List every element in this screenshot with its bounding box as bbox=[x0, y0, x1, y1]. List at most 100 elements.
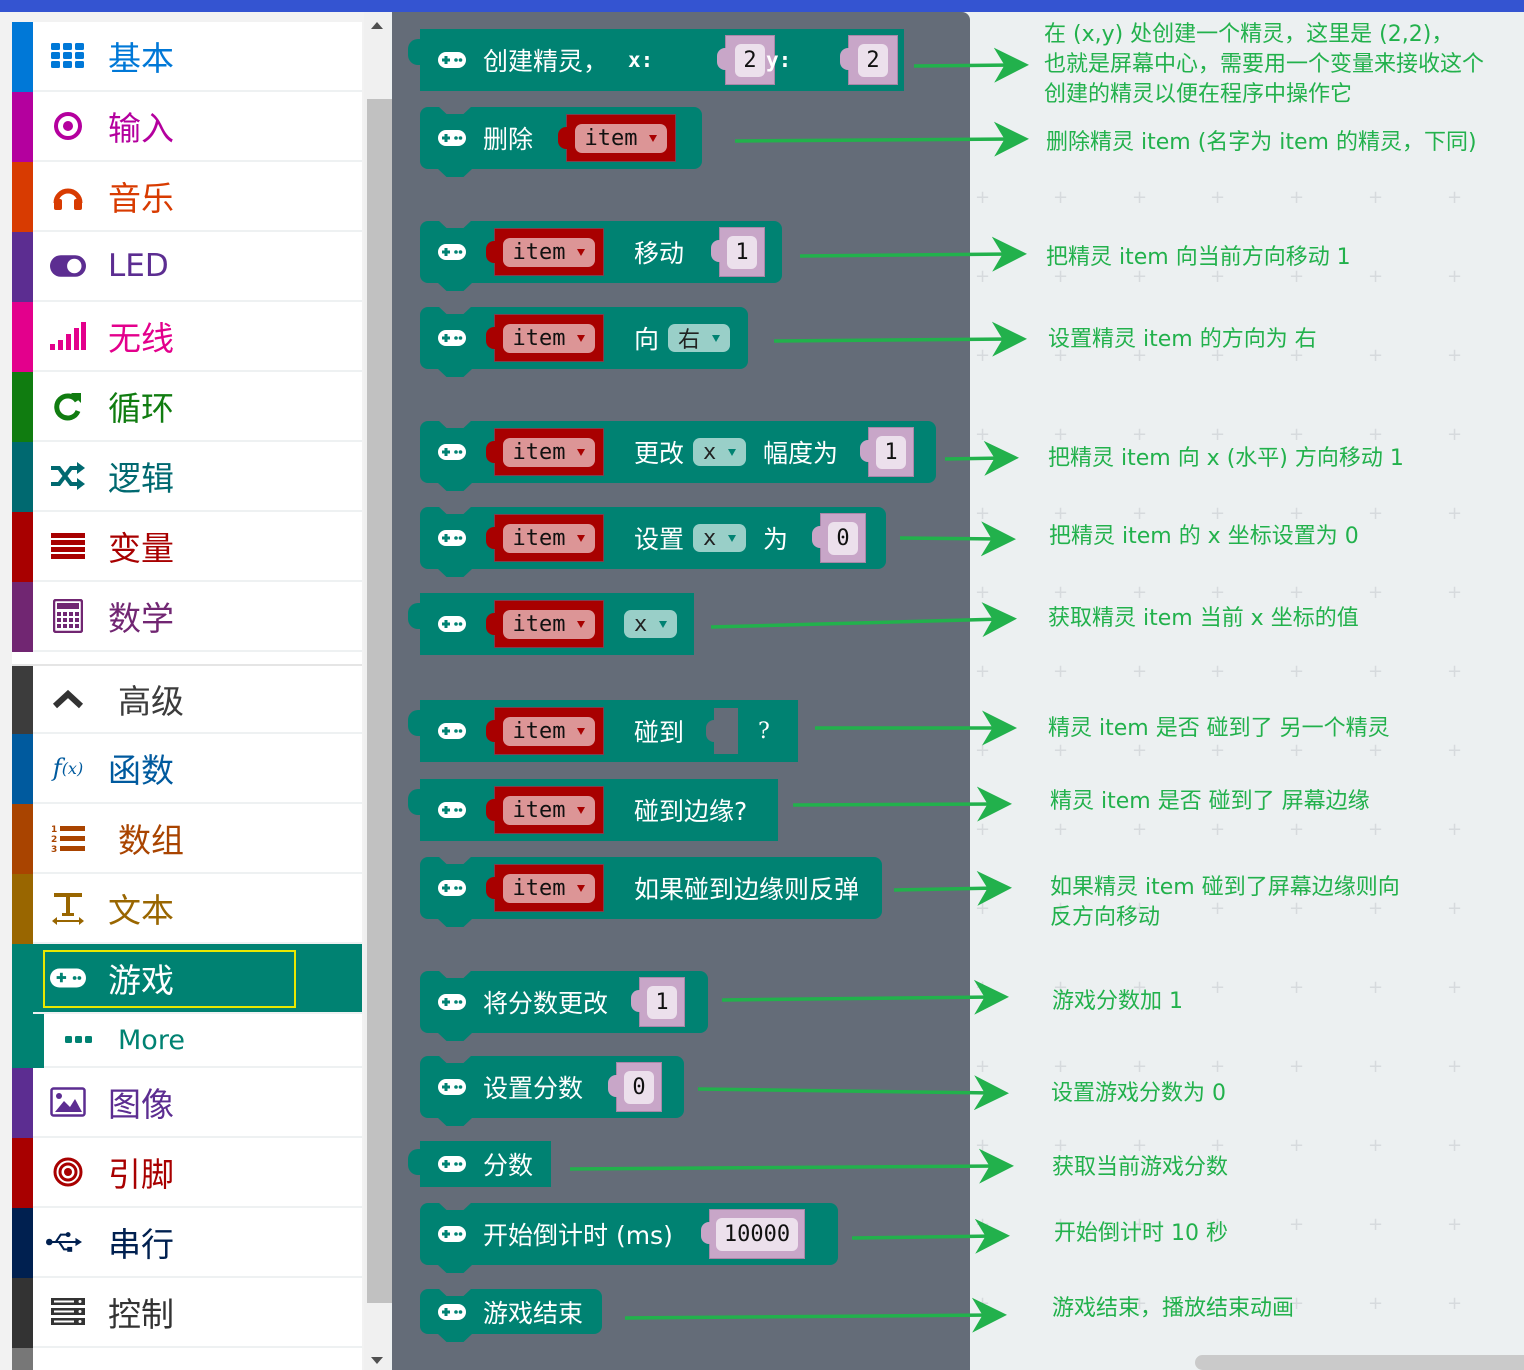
empty-sprite-slot[interactable] bbox=[706, 708, 738, 754]
category-label: LED bbox=[108, 248, 169, 284]
block-get-property[interactable]: item x bbox=[408, 593, 694, 655]
sprite-variable[interactable]: item bbox=[486, 707, 604, 755]
dropdown-arrow-icon bbox=[577, 884, 586, 892]
gamepad-icon bbox=[438, 802, 466, 818]
grid-mark: + bbox=[1210, 187, 1226, 208]
note-countdown: 开始倒计时 10 秒 bbox=[1054, 1221, 1228, 1246]
category-text[interactable]: 文本 bbox=[12, 874, 362, 944]
sprite-dropdown[interactable]: item bbox=[502, 795, 596, 825]
block-change-score[interactable]: 将分数更改 1 bbox=[420, 970, 708, 1041]
scroll-down-arrow-icon[interactable] bbox=[371, 1357, 383, 1364]
grid-mark: + bbox=[1447, 1214, 1463, 1235]
sprite-variable[interactable]: item bbox=[486, 786, 604, 834]
category-serial[interactable]: 串行 bbox=[12, 1208, 362, 1278]
gamepad-icon bbox=[438, 530, 466, 546]
block-touching-edge[interactable]: item 碰到边缘? bbox=[408, 779, 778, 841]
property-dropdown[interactable]: x bbox=[624, 610, 678, 638]
property-dropdown[interactable]: x bbox=[693, 438, 747, 466]
block-bounce[interactable]: item 如果碰到边缘则反弹 bbox=[420, 856, 882, 927]
sprite-dropdown[interactable]: item bbox=[502, 323, 596, 353]
category-advanced[interactable]: 高级 bbox=[12, 664, 362, 734]
value-input[interactable]: 0 bbox=[812, 513, 866, 563]
grid-mark: + bbox=[1210, 819, 1226, 840]
block-move[interactable]: item 移动 1 bbox=[420, 220, 782, 291]
category-color-bar bbox=[12, 302, 33, 372]
category-color-bar bbox=[12, 1208, 33, 1278]
y-input[interactable]: 2 bbox=[840, 35, 898, 85]
sprite-variable[interactable]: item bbox=[486, 314, 604, 362]
sprite-dropdown[interactable]: item bbox=[502, 437, 596, 467]
sprite-variable[interactable]: item bbox=[486, 514, 604, 562]
output-plug bbox=[408, 710, 422, 736]
toolbox-scrollbar[interactable] bbox=[364, 12, 392, 1370]
dropdown-arrow-icon bbox=[577, 448, 586, 456]
question-mark: ? bbox=[758, 718, 770, 744]
numbered-list-icon: 123 bbox=[50, 820, 86, 856]
category-input[interactable]: 输入 bbox=[12, 92, 362, 162]
category-loops[interactable]: 循环 bbox=[12, 372, 362, 442]
duration-input[interactable]: 10000 bbox=[701, 1209, 805, 1259]
category-partial[interactable] bbox=[12, 1348, 362, 1370]
block-score[interactable]: 分数 bbox=[408, 1141, 551, 1187]
scroll-up-arrow-icon[interactable] bbox=[371, 22, 383, 29]
block-start-countdown[interactable]: 开始倒计时 (ms) 10000 bbox=[420, 1202, 838, 1273]
direction-dropdown[interactable]: 右 bbox=[668, 324, 731, 353]
block-change-by[interactable]: item 更改 x 幅度为 1 bbox=[420, 420, 936, 491]
sprite-dropdown[interactable]: item bbox=[502, 716, 596, 746]
block-create-sprite[interactable]: 创建精灵， x: 2 y: 2 bbox=[408, 29, 904, 91]
workspace-horizontal-scrollbar[interactable] bbox=[1195, 1355, 1524, 1370]
category-math[interactable]: 数学 bbox=[12, 582, 362, 652]
category-music[interactable]: 音乐 bbox=[12, 162, 362, 232]
dropdown-arrow-icon bbox=[577, 534, 586, 542]
block-turn[interactable]: item 向 右 bbox=[420, 306, 748, 377]
category-control[interactable]: 控制 bbox=[12, 1278, 362, 1348]
block-delete-sprite[interactable]: 删除 item bbox=[420, 106, 702, 177]
note-bounce: 如果精灵 item 碰到了屏幕边缘则向 反方向移动 bbox=[1050, 875, 1400, 930]
amount-input[interactable]: 1 bbox=[860, 427, 914, 477]
dropdown-arrow-icon bbox=[649, 134, 658, 142]
category-label: 循环 bbox=[108, 389, 174, 428]
sprite-variable[interactable]: item bbox=[486, 228, 604, 276]
grid-mark: + bbox=[975, 661, 991, 682]
sprite-dropdown[interactable]: item bbox=[502, 609, 596, 639]
category-pins[interactable]: 引脚 bbox=[12, 1138, 362, 1208]
grid-mark: + bbox=[1368, 1214, 1384, 1235]
grid-mark: + bbox=[1368, 187, 1384, 208]
sprite-variable[interactable]: item bbox=[486, 600, 604, 648]
category-radio[interactable]: 无线 bbox=[12, 302, 362, 372]
note-score: 获取当前游戏分数 bbox=[1052, 1155, 1229, 1180]
note-game-over: 游戏结束，播放结束动画 bbox=[1052, 1296, 1295, 1321]
note-get-property: 获取精灵 item 当前 x 坐标的值 bbox=[1048, 606, 1359, 631]
category-led[interactable]: LED bbox=[12, 232, 362, 302]
grid-mark: + bbox=[1368, 977, 1384, 998]
gamepad-icon bbox=[438, 994, 466, 1010]
note-move: 把精灵 item 向当前方向移动 1 bbox=[1046, 245, 1351, 270]
property-dropdown[interactable]: x bbox=[693, 524, 747, 552]
sprite-dropdown[interactable]: item bbox=[502, 523, 596, 553]
sprite-variable[interactable]: item bbox=[486, 428, 604, 476]
sprite-dropdown[interactable]: item bbox=[574, 123, 668, 153]
category-arrays[interactable]: 123 数组 bbox=[12, 804, 362, 874]
sprite-dropdown[interactable]: item bbox=[502, 873, 596, 903]
block-game-over[interactable]: 游戏结束 bbox=[420, 1288, 602, 1342]
note-turn: 设置精灵 item 的方向为 右 bbox=[1048, 327, 1317, 352]
category-variables[interactable]: 变量 bbox=[12, 512, 362, 582]
category-logic[interactable]: 逻辑 bbox=[12, 442, 362, 512]
score-input[interactable]: 0 bbox=[608, 1062, 662, 1112]
block-set-score[interactable]: 设置分数 0 bbox=[420, 1055, 684, 1126]
score-change-input[interactable]: 1 bbox=[631, 977, 685, 1027]
sprite-variable[interactable]: item bbox=[558, 114, 676, 162]
sprite-dropdown[interactable]: item bbox=[502, 237, 596, 267]
steps-input[interactable]: 1 bbox=[711, 227, 765, 277]
category-basic[interactable]: 基本 bbox=[12, 22, 362, 92]
grid-icon bbox=[50, 38, 86, 74]
category-images[interactable]: 图像 bbox=[12, 1068, 362, 1138]
category-functions[interactable]: f (x) 函数 bbox=[12, 734, 362, 804]
block-set-property[interactable]: item 设置 x 为 0 bbox=[420, 506, 886, 577]
bullseye-icon bbox=[50, 1154, 86, 1190]
block-touching[interactable]: item 碰到 ? bbox=[408, 700, 798, 762]
category-game[interactable]: 游戏 bbox=[12, 944, 362, 1014]
category-game-more[interactable]: More bbox=[12, 1014, 362, 1068]
sprite-variable[interactable]: item bbox=[486, 864, 604, 912]
scrollbar-thumb[interactable] bbox=[367, 99, 392, 1303]
